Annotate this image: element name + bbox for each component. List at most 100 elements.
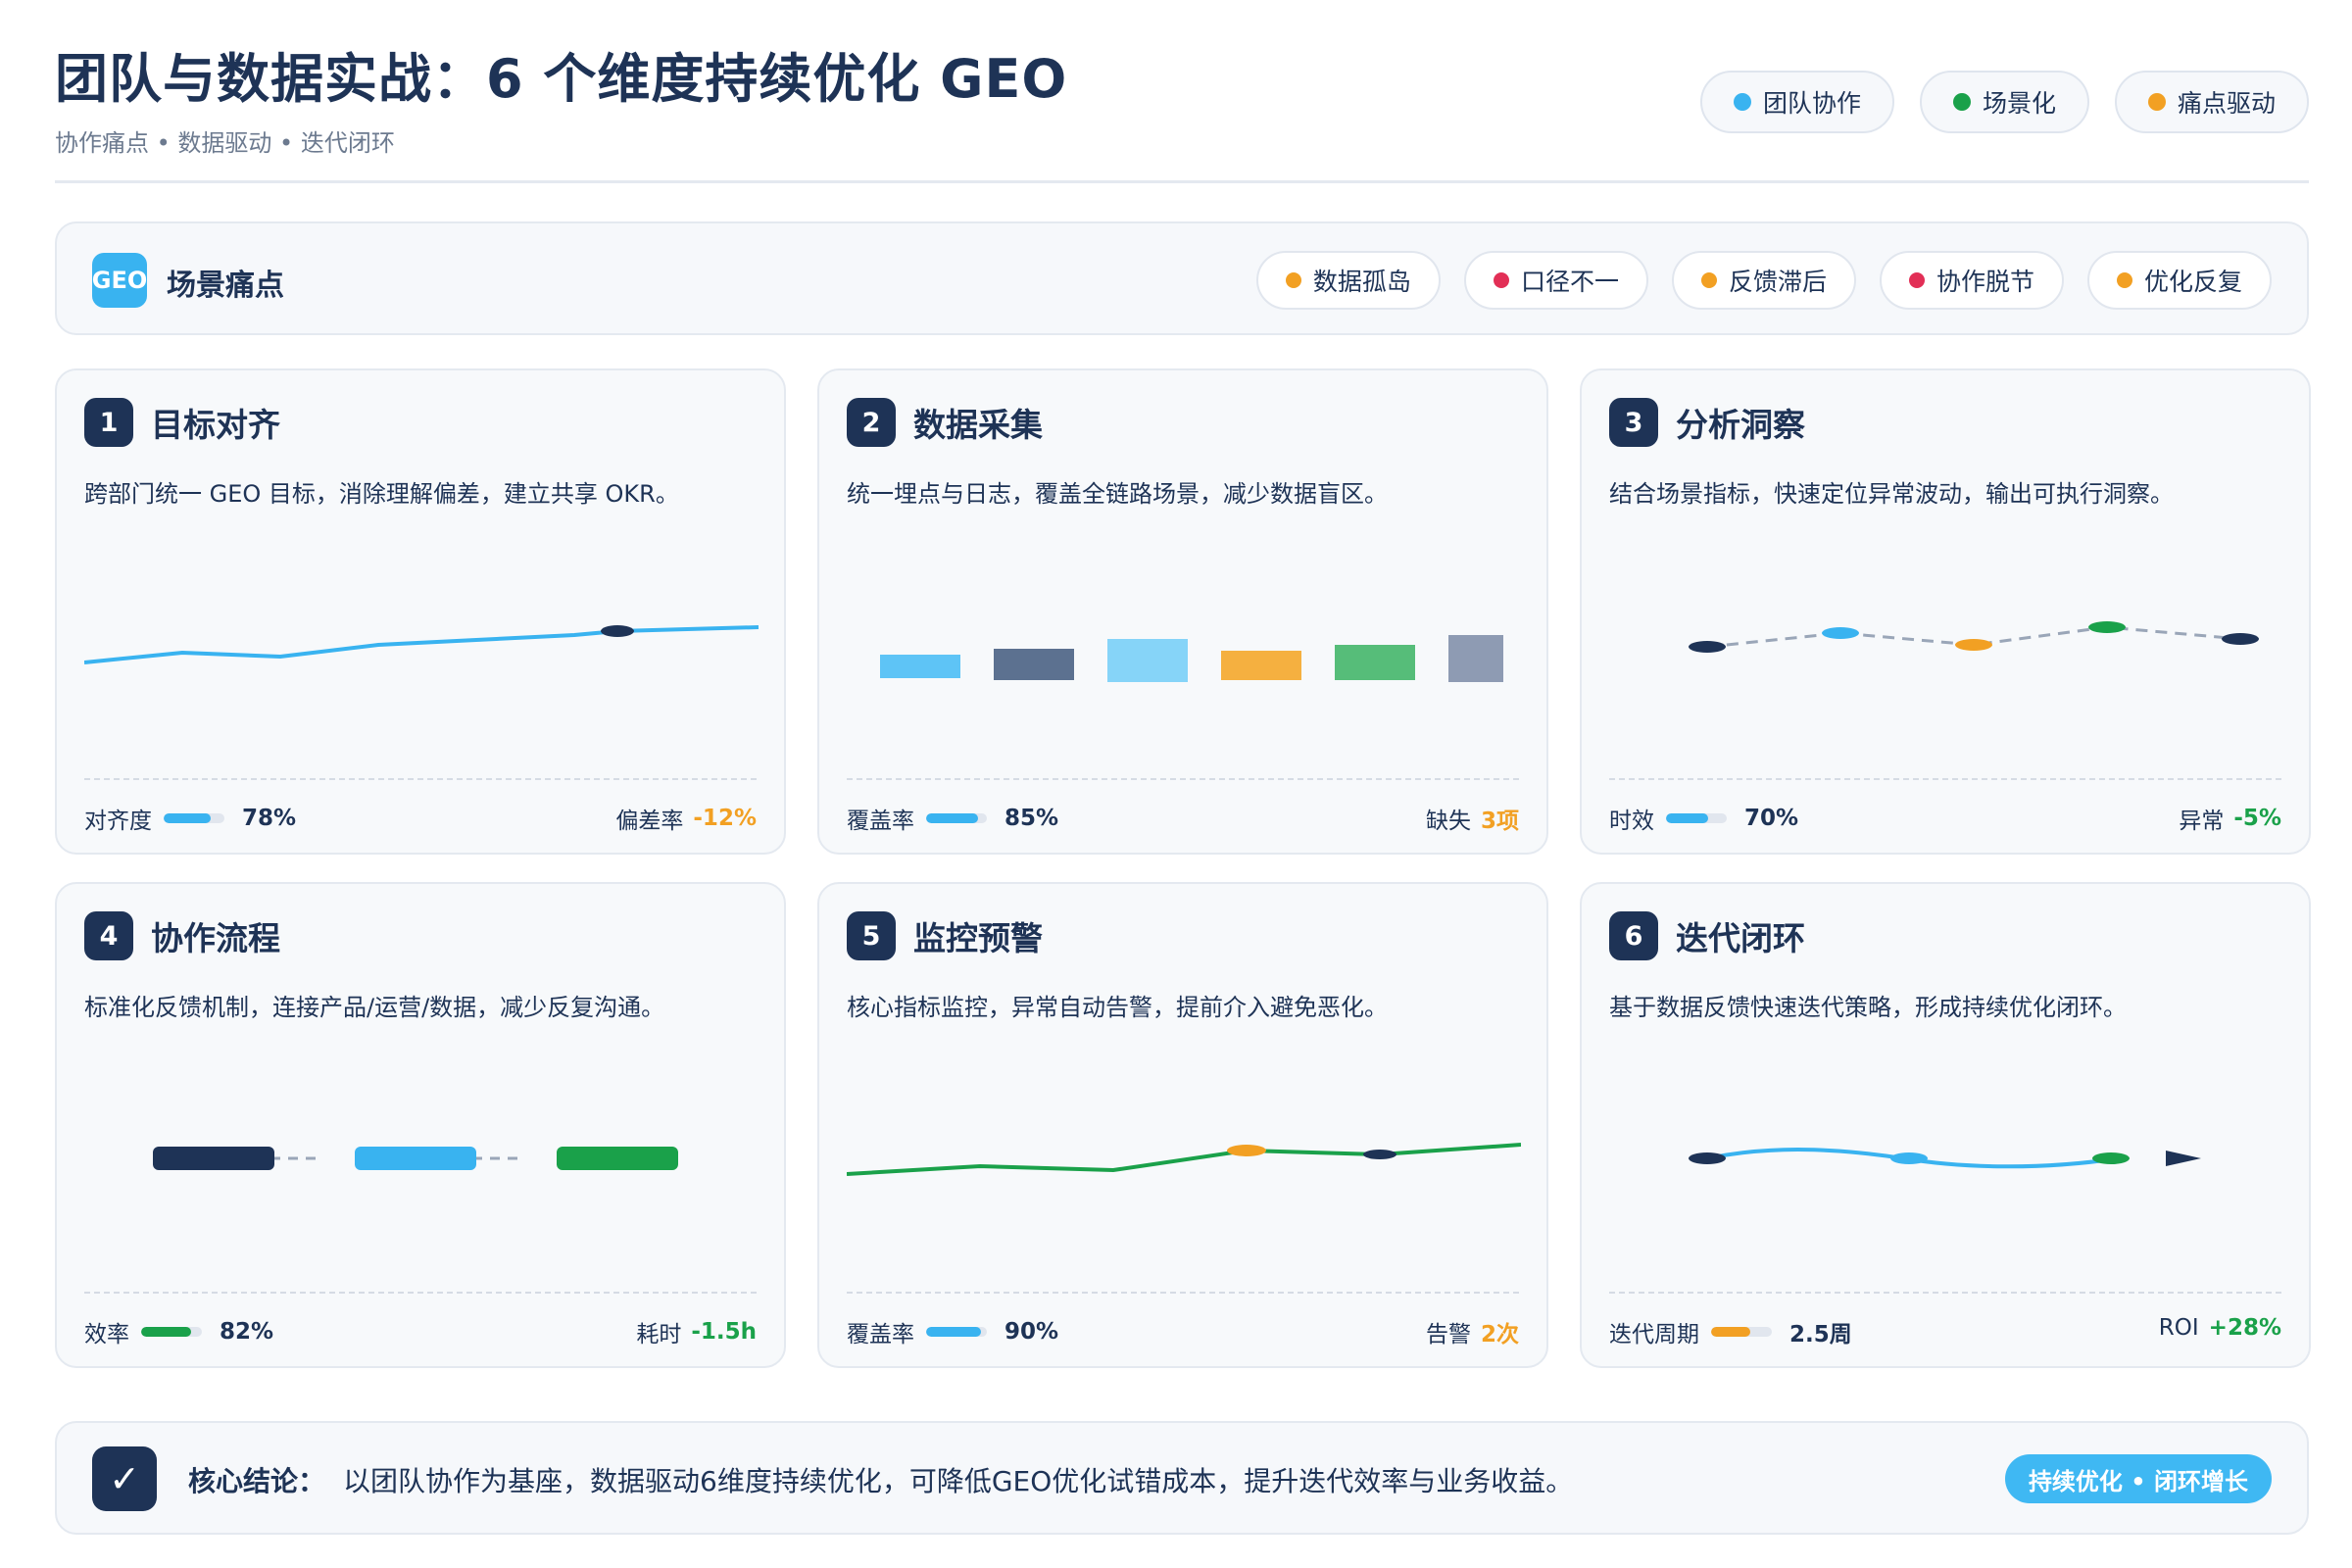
dot-icon: [1700, 272, 1717, 288]
monitor-line-chart: [847, 1143, 1521, 1176]
conclusion-body: 以团队协作为基座，数据驱动6维度持续优化，可降低GEO优化试错成本，提升迭代效率…: [343, 1465, 1574, 1497]
metric-progress-fill: [926, 1327, 981, 1337]
metric-value: 85%: [1004, 806, 1059, 831]
card-description: 标准化反馈机制，连接产品/运营/数据，减少反复沟通。: [84, 994, 665, 1021]
card-monitoring-alert[interactable]: 5 监控预警 核心指标监控，异常自动告警，提前介入避免恶化。 覆盖率 90% 告…: [817, 882, 1548, 1368]
dot-icon: [2147, 93, 2166, 111]
arrow-icon: [2166, 1151, 2201, 1166]
card-number-badge: 2: [847, 398, 896, 447]
metric-progress-bar: [141, 1327, 202, 1337]
metric-progress-bar: [926, 1327, 987, 1337]
metric-progress-bar: [926, 813, 987, 823]
card-title: 协作流程: [151, 919, 280, 957]
card-number-badge: 5: [847, 911, 896, 960]
check-icon: ✓: [92, 1446, 157, 1511]
conclusion-pill[interactable]: 持续优化 • 闭环增长: [2004, 1454, 2272, 1503]
card-description: 结合场景指标，快速定位异常波动，输出可执行洞察。: [1609, 480, 2174, 508]
side-metric-label: 异常: [2179, 808, 2225, 834]
trend-line-chart: [84, 625, 759, 664]
card-title: 监控预警: [913, 919, 1043, 957]
metric-progress-fill: [926, 813, 978, 823]
card-side-metric: 缺失 3项: [1426, 802, 1519, 835]
card-data-collection[interactable]: 2 数据采集 统一埋点与日志，覆盖全链路场景，减少数据盲区。 覆盖率 85% 缺…: [817, 368, 1548, 855]
side-metric-label: 耗时: [636, 1322, 682, 1348]
card-iteration-loop[interactable]: 6 迭代闭环 基于数据反馈快速迭代策略，形成持续优化闭环。 迭代周期 2.5周 …: [1580, 882, 2311, 1368]
dot-icon: [1733, 93, 1751, 111]
scatter-dashed-chart: [1689, 621, 2259, 653]
metric-label: 对齐度: [84, 808, 152, 834]
bar-block: [1221, 651, 1301, 680]
card-description: 统一埋点与日志，覆盖全链路场景，减少数据盲区。: [847, 480, 1388, 508]
monitor-marker: [1363, 1150, 1396, 1159]
card-number-badge: 1: [84, 398, 133, 447]
metric-value: 90%: [1004, 1319, 1059, 1345]
card-metric: 效率 82%: [84, 1315, 273, 1348]
metric-label: 覆盖率: [847, 808, 914, 834]
card-collab-flow[interactable]: 4 协作流程 标准化反馈机制，连接产品/运营/数据，减少反复沟通。 效率 82%…: [55, 882, 786, 1368]
card-analysis-insight[interactable]: 3 分析洞察 结合场景指标，快速定位异常波动，输出可执行洞察。 时效 70% 异…: [1580, 368, 2311, 855]
card-divider: [84, 778, 757, 780]
side-metric-value: -12%: [693, 806, 757, 831]
bar-block: [994, 649, 1074, 680]
flow-step: [355, 1147, 476, 1170]
card-side-metric: 异常 -5%: [2179, 802, 2281, 835]
tag-pain-driven[interactable]: 痛点驱动: [2114, 71, 2309, 133]
card-header: 2 数据采集: [847, 398, 1043, 447]
dot-icon: [2116, 272, 2132, 288]
metric-progress-bar: [1711, 1327, 1772, 1337]
bar-block: [1107, 639, 1188, 682]
side-metric-label: ROI: [2158, 1315, 2199, 1341]
metric-progress-bar: [164, 813, 224, 823]
card-divider: [84, 1292, 757, 1294]
card-title: 迭代闭环: [1676, 919, 1805, 957]
card-metric: 覆盖率 90%: [847, 1315, 1058, 1348]
card-description: 跨部门统一 GEO 目标，消除理解偏差，建立共享 OKR。: [84, 480, 679, 508]
card-goal-alignment[interactable]: 1 目标对齐 跨部门统一 GEO 目标，消除理解偏差，建立共享 OKR。 对齐度…: [55, 368, 786, 855]
dot-icon: [1285, 272, 1301, 288]
scatter-point: [2222, 633, 2259, 645]
chip-repeat-optimization[interactable]: 优化反复: [2086, 251, 2272, 310]
metric-progress-bar: [1666, 813, 1727, 823]
card-divider: [847, 778, 1519, 780]
metric-label: 迭代周期: [1609, 1322, 1699, 1348]
scatter-point: [1689, 641, 1726, 653]
alert-marker: [1227, 1145, 1266, 1156]
bar-block: [880, 655, 960, 678]
tag-team-collab[interactable]: 团队协作: [1699, 71, 1894, 133]
chip-metric-mismatch[interactable]: 口径不一: [1463, 251, 1648, 310]
card-header: 6 迭代闭环: [1609, 911, 1805, 960]
tag-scenario[interactable]: 场景化: [1919, 71, 2089, 133]
card-title: 目标对齐: [151, 406, 280, 444]
chip-data-silo[interactable]: 数据孤岛: [1255, 251, 1441, 310]
card-side-metric: 耗时 -1.5h: [636, 1315, 757, 1348]
scatter-point: [1955, 639, 1992, 651]
side-metric-value: 2次: [1480, 1322, 1519, 1348]
metric-value: 82%: [220, 1319, 274, 1345]
metric-progress-fill: [164, 813, 212, 823]
metric-value: 2.5周: [1789, 1322, 1852, 1348]
card-header: 1 目标对齐: [84, 398, 280, 447]
card-number-badge: 3: [1609, 398, 1658, 447]
card-title: 分析洞察: [1676, 406, 1805, 444]
chip-collab-gap[interactable]: 协作脱节: [1879, 251, 2064, 310]
iteration-point: [1689, 1152, 1726, 1164]
header-divider: [55, 180, 2309, 183]
iteration-point: [2092, 1152, 2130, 1164]
dot-icon: [1908, 272, 1925, 288]
card-number-badge: 6: [1609, 911, 1658, 960]
chip-feedback-lag[interactable]: 反馈滞后: [1671, 251, 1856, 310]
bar-block: [1448, 635, 1503, 682]
side-metric-value: -1.5h: [691, 1319, 757, 1345]
monitor-line: [847, 1143, 1521, 1176]
conclusion-text: 核心结论： 以团队协作为基座，数据驱动6维度持续优化，可降低GEO优化试错成本，提…: [188, 1460, 1573, 1499]
card-description: 基于数据反馈快速迭代策略，形成持续优化闭环。: [1609, 994, 2127, 1021]
tag-label: 痛点驱动: [2177, 89, 2276, 118]
tag-label: 团队协作: [1762, 89, 1861, 118]
card-number-badge: 4: [84, 911, 133, 960]
side-metric-value: -5%: [2233, 806, 2281, 831]
bar-blocks-chart: [880, 635, 1503, 682]
tag-label: 场景化: [1982, 89, 2056, 118]
side-metric-label: 缺失: [1425, 808, 1471, 834]
geo-logo-icon: GEO: [92, 253, 147, 308]
dot-icon: [1493, 272, 1509, 288]
